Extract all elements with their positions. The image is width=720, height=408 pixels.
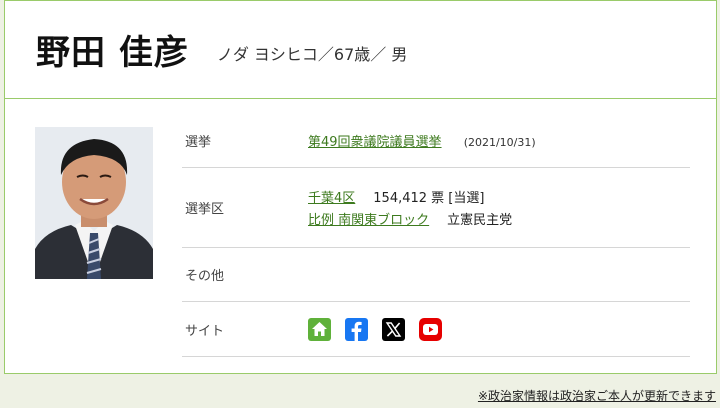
other-row: その他: [182, 248, 690, 302]
politician-name: 野田 佳彦: [36, 33, 189, 73]
election-date: (2021/10/31): [463, 135, 536, 149]
facebook-icon[interactable]: [345, 317, 368, 341]
info-table: 選挙 第49回衆議院議員選挙 (2021/10/31) 選挙区 千葉4区 154…: [182, 113, 690, 357]
election-row: 選挙 第49回衆議院議員選挙 (2021/10/31): [182, 113, 690, 168]
party-name: 立憲民主党: [447, 213, 513, 228]
site-icons: [308, 317, 442, 341]
profile-header: 野田 佳彦 ノダ ヨシヒコ／67歳／ 男: [5, 1, 716, 99]
district-value: 千葉4区 154,412 票 [当選] 比例 南関東ブロック 立憲民主党: [308, 186, 512, 230]
district-label: 選挙区: [185, 202, 225, 217]
kana-age-gender: ノダ ヨシヒコ／67歳／ 男: [216, 44, 408, 64]
politician-photo: [35, 127, 153, 279]
district-row: 選挙区 千葉4区 154,412 票 [当選] 比例 南関東ブロック 立憲民主党: [182, 168, 690, 248]
x-icon[interactable]: [382, 317, 405, 341]
home-icon[interactable]: [308, 317, 331, 341]
election-link[interactable]: 第49回衆議院議員選挙: [308, 135, 442, 150]
site-label: サイト: [185, 323, 225, 339]
politician-card: 野田 佳彦 ノダ ヨシヒコ／67歳／ 男 選挙 第49回衆議院議員選挙 (202…: [4, 0, 717, 374]
election-label: 選挙: [185, 134, 212, 150]
other-label: その他: [185, 269, 225, 284]
pr-block-link[interactable]: 比例 南関東ブロック: [308, 209, 429, 228]
election-value: 第49回衆議院議員選挙 (2021/10/31): [308, 131, 536, 150]
constituency-link[interactable]: 千葉4区: [308, 187, 355, 206]
site-row: サイト: [182, 302, 690, 357]
vote-count: 154,412 票 [当選]: [373, 191, 485, 206]
youtube-icon[interactable]: [419, 317, 442, 341]
update-notice-link[interactable]: ※政治家情報は政治家ご本人が更新できます: [478, 387, 716, 404]
